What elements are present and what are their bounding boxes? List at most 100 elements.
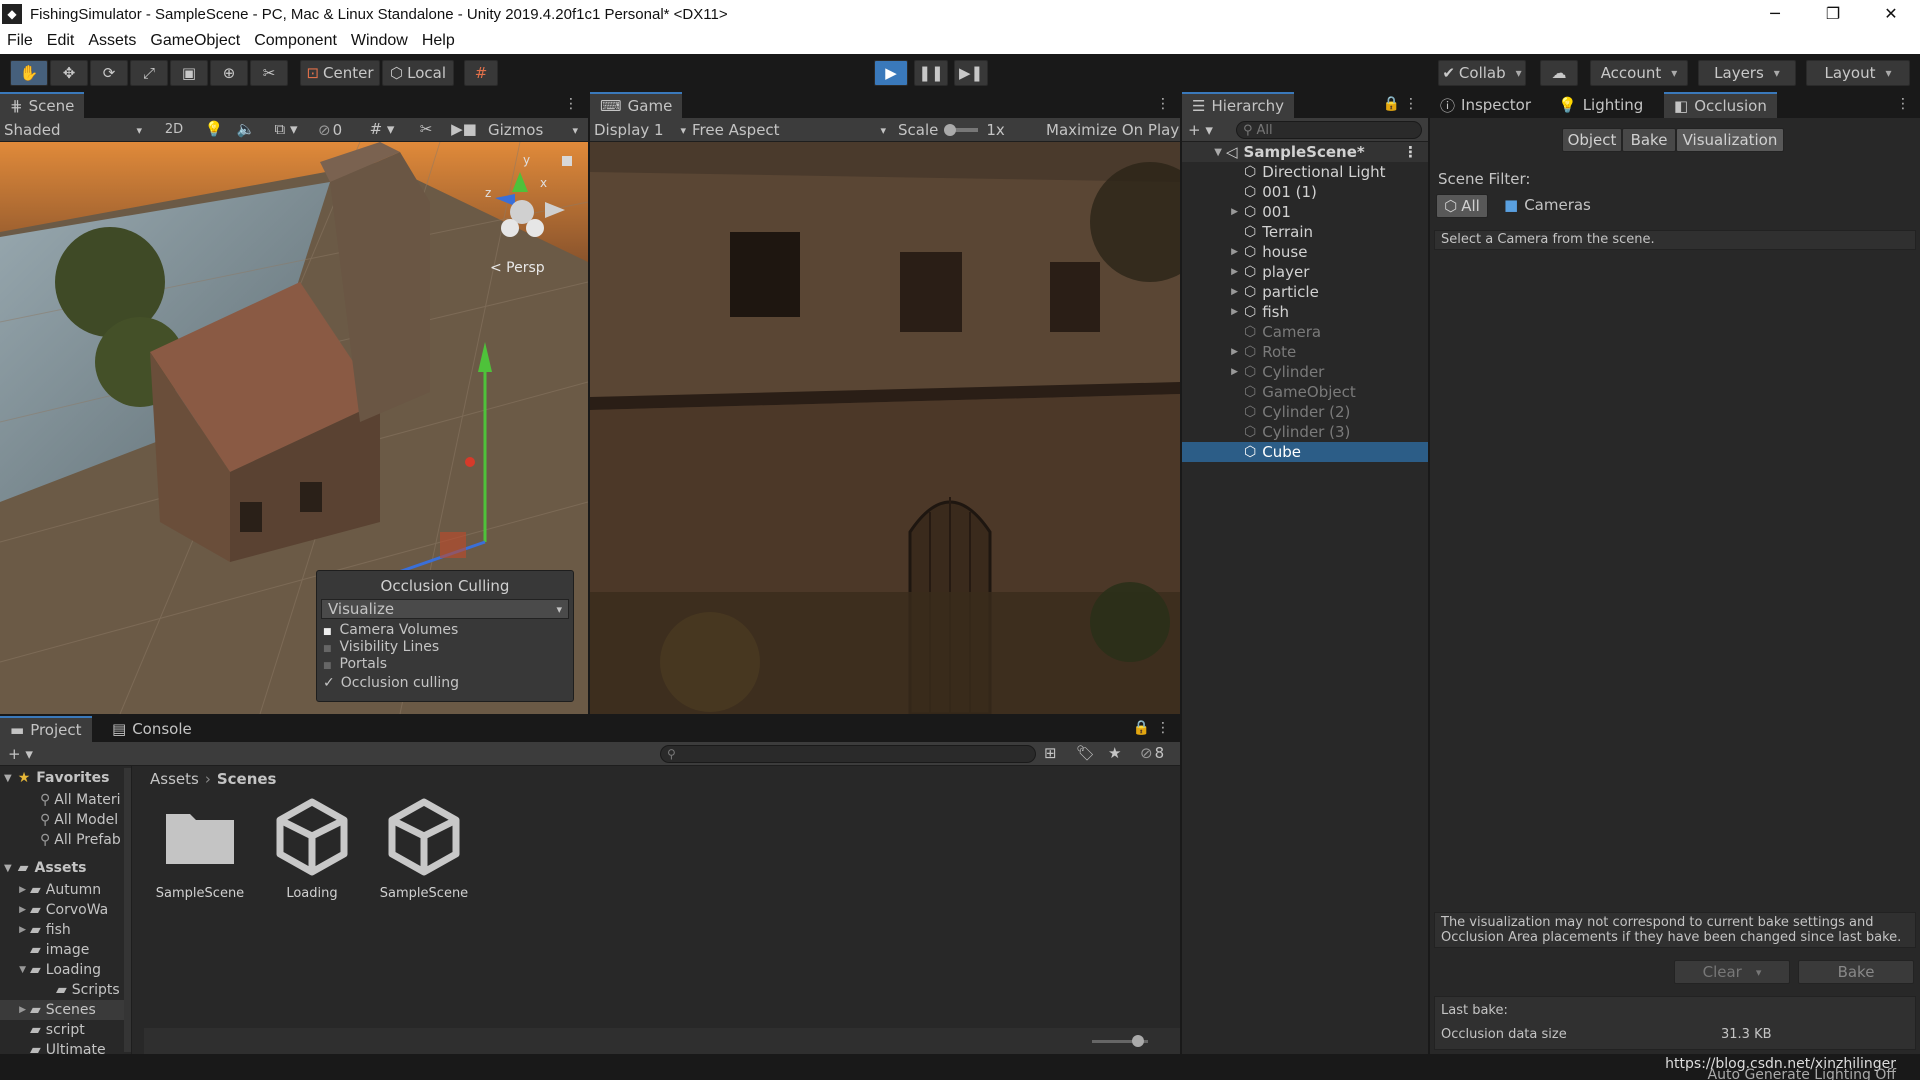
menu-gameobject[interactable]: GameObject	[143, 32, 247, 50]
favorite-star-icon[interactable]: ★	[1108, 744, 1121, 762]
grid-toggle-icon[interactable]: # ▾	[362, 120, 402, 140]
folder-tree-item[interactable]: ▶ ▰ CorvoWa	[0, 900, 124, 920]
persp-label[interactable]: < Persp	[490, 260, 545, 276]
folder-tree-item[interactable]: ▰ Scripts	[0, 980, 124, 1000]
hierarchy-item[interactable]: ▶ ⬡ house	[1182, 242, 1428, 262]
collab-dropdown[interactable]: ✔ Collab	[1438, 60, 1526, 86]
minimize-button[interactable]: ─	[1746, 0, 1804, 28]
close-button[interactable]: ✕	[1862, 0, 1920, 28]
scene-viewport[interactable]: y x z < Persp Occlusion Culling Visualiz…	[0, 142, 588, 714]
mode-visualization-button[interactable]: Visualization	[1676, 128, 1784, 152]
folder-tree-item[interactable]: ▶ ▰ Scenes	[0, 1000, 124, 1020]
option-visibility-lines[interactable]: ■ Visibility Lines	[323, 640, 459, 657]
bake-button[interactable]: Bake	[1798, 960, 1914, 984]
tab-occlusion[interactable]: ◧ Occlusion	[1664, 92, 1777, 118]
effects-toggle-icon[interactable]: ⧉ ▾	[266, 120, 306, 140]
hierarchy-item[interactable]: ⬡ Terrain	[1182, 222, 1428, 242]
breadcrumb-scenes[interactable]: Scenes	[217, 770, 277, 788]
menu-edit[interactable]: Edit	[40, 32, 82, 50]
tab-project[interactable]: ▬ Project	[0, 716, 92, 742]
filter-cameras-button[interactable]: ■ Cameras	[1504, 196, 1591, 214]
folder-tree-item[interactable]: ▼ ▰ Loading	[0, 960, 124, 980]
slider-handle[interactable]	[944, 124, 957, 136]
visualize-dropdown[interactable]: Visualize ▾	[321, 599, 569, 619]
expand-arrow-icon[interactable]: ▶	[1182, 367, 1244, 377]
menu-help[interactable]: Help	[415, 32, 462, 50]
hierarchy-item[interactable]: ⬡ Cylinder (3)	[1182, 422, 1428, 442]
project-search-input[interactable]: ⚲	[660, 745, 1036, 763]
search-by-type-icon[interactable]: ⊞	[1044, 744, 1057, 762]
occlusion-culling-checkbox[interactable]: ✓ Occlusion culling	[323, 676, 459, 691]
toggle-2d[interactable]: 2D	[158, 120, 190, 140]
hierarchy-search-input[interactable]: ⚲ All	[1236, 121, 1422, 139]
occlusion-menu-icon[interactable]: ⋮	[1896, 96, 1910, 112]
favorite-item[interactable]: ⚲ All Prefab	[40, 830, 121, 850]
expand-arrow-icon[interactable]: ▶	[0, 885, 30, 895]
mode-object-button[interactable]: Object	[1562, 128, 1622, 152]
menu-component[interactable]: Component	[247, 32, 344, 50]
folder-tree-item[interactable]: ▶ ▰ Autumn	[0, 880, 124, 900]
maximize-button[interactable]: ❐	[1804, 0, 1862, 28]
hierarchy-item[interactable]: ⬡ GameObject	[1182, 382, 1428, 402]
folder-tree-item[interactable]: ▰ image	[0, 940, 124, 960]
expand-arrow-icon[interactable]: ▶	[1182, 347, 1244, 357]
expand-arrow-icon[interactable]: ▶	[1182, 307, 1244, 317]
expand-arrow-icon[interactable]: ▶	[0, 925, 30, 935]
step-button[interactable]: ▶❚	[954, 60, 988, 86]
assets-section[interactable]: ▼ ▰ Assets	[4, 860, 87, 876]
account-dropdown[interactable]: Account	[1590, 60, 1688, 86]
custom-tool-icon[interactable]: ✂	[250, 60, 288, 86]
scene-menu-icon[interactable]: ⋮	[564, 96, 578, 112]
cloud-icon[interactable]: ☁	[1540, 60, 1578, 86]
expand-arrow-icon[interactable]: ▶	[1182, 267, 1244, 277]
icon-size-slider[interactable]	[1092, 1035, 1148, 1047]
mode-bake-button[interactable]: Bake	[1622, 128, 1676, 152]
expand-arrow-icon[interactable]: ▶	[1182, 247, 1244, 257]
hierarchy-item[interactable]: ⬡ Cube	[1182, 442, 1428, 462]
camera-settings-icon[interactable]: ▶■ ▾	[446, 120, 482, 156]
search-by-label-icon[interactable]: 🏷	[1076, 744, 1095, 762]
menu-window[interactable]: Window	[344, 32, 415, 50]
favorite-item[interactable]: ⚲ All Model	[40, 810, 121, 830]
hidden-objects-toggle[interactable]: ⊘ 0	[318, 120, 358, 140]
audio-toggle-icon[interactable]: 🔈	[236, 120, 256, 140]
pause-button[interactable]: ❚❚	[914, 60, 948, 86]
hierarchy-menu-icon[interactable]: ⋮	[1404, 96, 1418, 112]
hidden-packages-toggle[interactable]: ⊘ 8	[1140, 744, 1164, 762]
scale-tool-icon[interactable]: ⤢	[130, 60, 168, 86]
shading-dropdown[interactable]: Shaded ▾	[4, 120, 148, 140]
expand-arrow-icon[interactable]: ▼	[1182, 147, 1226, 158]
gizmos-dropdown[interactable]: Gizmos ▾	[488, 120, 584, 140]
lighting-toggle-icon[interactable]: 💡	[204, 120, 224, 140]
tools-icon[interactable]: ✂	[416, 120, 436, 140]
game-viewport[interactable]	[590, 142, 1180, 714]
create-dropdown[interactable]: + ▾	[1188, 120, 1220, 140]
expand-arrow-icon[interactable]: ▶	[1182, 287, 1244, 297]
hierarchy-item[interactable]: ⬡ Directional Light	[1182, 162, 1428, 182]
hierarchy-item[interactable]: ▶ ⬡ player	[1182, 262, 1428, 282]
display-dropdown[interactable]: Display 1 ▾	[594, 120, 686, 140]
clear-dropdown[interactable]: Clear ▾	[1674, 960, 1790, 984]
maximize-on-play-toggle[interactable]: Maximize On Play	[1046, 120, 1179, 140]
expand-arrow-icon[interactable]: ▶	[0, 1005, 30, 1015]
asset-folder[interactable]: SampleScene	[150, 796, 250, 916]
scene-root[interactable]: ▼ ◁ SampleScene* ⋮	[1182, 142, 1428, 162]
aspect-dropdown[interactable]: Free Aspect ▾	[692, 120, 886, 140]
rotate-tool-icon[interactable]: ⟳	[90, 60, 128, 86]
breadcrumb-assets[interactable]: Assets	[150, 770, 199, 788]
rect-tool-icon[interactable]: ▣	[170, 60, 208, 86]
tree-scrollbar[interactable]	[124, 768, 131, 1052]
hierarchy-item[interactable]: ▶ ⬡ fish	[1182, 302, 1428, 322]
menu-assets[interactable]: Assets	[81, 32, 143, 50]
create-asset-dropdown[interactable]: + ▾	[8, 744, 40, 764]
layout-dropdown[interactable]: Layout	[1806, 60, 1910, 86]
folder-tree-item[interactable]: ▶ ▰ fish	[0, 920, 124, 940]
pivot-local-toggle[interactable]: ⬡ Local	[382, 60, 454, 86]
asset-scene[interactable]: Loading	[262, 796, 362, 916]
hierarchy-item[interactable]: ▶ ⬡ 001	[1182, 202, 1428, 222]
menu-file[interactable]: File	[0, 32, 40, 50]
tab-hierarchy[interactable]: ☰ Hierarchy	[1182, 92, 1294, 118]
option-portals[interactable]: ■ Portals	[323, 657, 459, 674]
transform-tool-icon[interactable]: ⊕	[210, 60, 248, 86]
asset-scene[interactable]: SampleScene	[374, 796, 474, 916]
